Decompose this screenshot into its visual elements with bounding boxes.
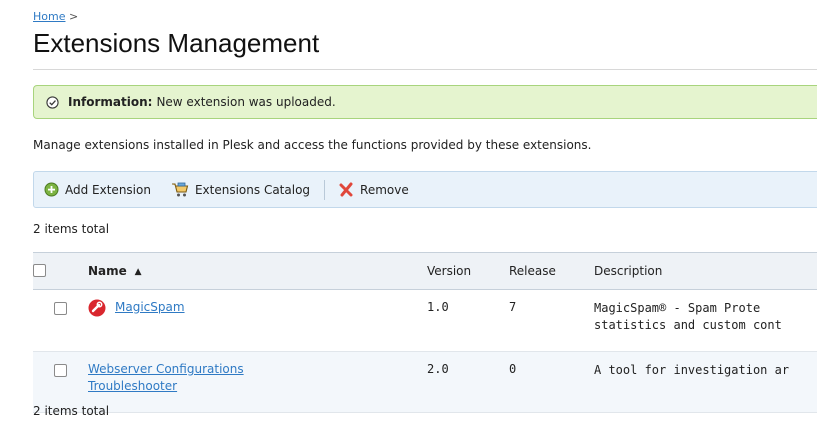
items-count-bottom: 2 items total: [33, 404, 110, 418]
info-message: Information: New extension was uploaded.: [33, 85, 817, 119]
extension-name-line: Troubleshooter: [88, 379, 178, 393]
column-header-release: Release: [509, 252, 594, 290]
toolbar-divider: [324, 179, 326, 200]
select-all-checkbox[interactable]: [33, 264, 46, 277]
check-circle-icon: [46, 95, 59, 109]
row-checkbox[interactable]: [54, 302, 67, 315]
description-line: MagicSpam® - Spam Prote: [594, 301, 761, 315]
table-header: Name ▲ Version Release Description: [33, 252, 817, 290]
extension-link-magicspam[interactable]: MagicSpam: [115, 299, 185, 316]
column-header-name[interactable]: Name ▲: [88, 252, 427, 290]
table-row: MagicSpam 1.0 7 MagicSpam® - Spam Prote …: [33, 289, 817, 352]
remove-x-icon: [339, 182, 353, 197]
description-line: statistics and custom cont: [594, 318, 782, 332]
column-name-label: Name: [88, 264, 127, 278]
info-text: New extension was uploaded.: [156, 95, 336, 109]
breadcrumb-separator: >: [68, 10, 79, 23]
page-title: Extensions Management: [33, 28, 320, 58]
extension-release: 0: [509, 351, 594, 413]
remove-label: Remove: [360, 182, 409, 197]
page-description: Manage extensions installed in Plesk and…: [33, 138, 592, 152]
plus-circle-icon: [44, 182, 59, 197]
extensions-page: Home > Extensions Management Information…: [0, 0, 817, 422]
column-header-version: Version: [427, 252, 509, 290]
table-row: Webserver Configurations Troubleshooter …: [33, 351, 817, 413]
extension-version: 2.0: [427, 351, 509, 413]
shopping-cart-icon: [171, 182, 189, 196]
extension-link-webserver-troubleshooter[interactable]: Webserver Configurations Troubleshooter: [88, 361, 244, 395]
info-label: Information:: [68, 95, 153, 109]
extensions-catalog-button[interactable]: Extensions Catalog: [171, 182, 310, 198]
extensions-catalog-label: Extensions Catalog: [194, 182, 311, 197]
toolbar: Add Extension Extensions Catalog Remove: [33, 171, 817, 208]
row-checkbox[interactable]: [54, 364, 67, 377]
extension-name-line: Webserver Configurations: [88, 362, 244, 376]
items-count-top: 2 items total: [33, 222, 110, 236]
remove-button[interactable]: Remove: [339, 182, 409, 197]
title-divider: [33, 69, 817, 70]
extensions-table: Name ▲ Version Release Description Magic…: [33, 252, 817, 413]
breadcrumb: Home >: [33, 10, 78, 23]
sort-ascending-icon: ▲: [134, 267, 142, 277]
description-line: A tool for investigation ar: [594, 363, 790, 377]
extension-description: MagicSpam® - Spam Prote statistics and c…: [594, 289, 817, 352]
select-all-cell: [33, 252, 88, 290]
column-header-description: Description: [594, 252, 817, 290]
row-select-cell: [33, 289, 88, 352]
extension-name-cell: MagicSpam: [88, 289, 427, 352]
magicspam-icon: [88, 299, 106, 317]
extension-release: 7: [509, 289, 594, 352]
add-extension-button[interactable]: Add Extension: [44, 182, 151, 197]
extension-description: A tool for investigation ar: [594, 351, 817, 413]
breadcrumb-home-link[interactable]: Home: [33, 10, 65, 23]
extension-name-cell: Webserver Configurations Troubleshooter: [88, 351, 427, 413]
extension-version: 1.0: [427, 289, 509, 352]
add-extension-label: Add Extension: [65, 182, 151, 197]
